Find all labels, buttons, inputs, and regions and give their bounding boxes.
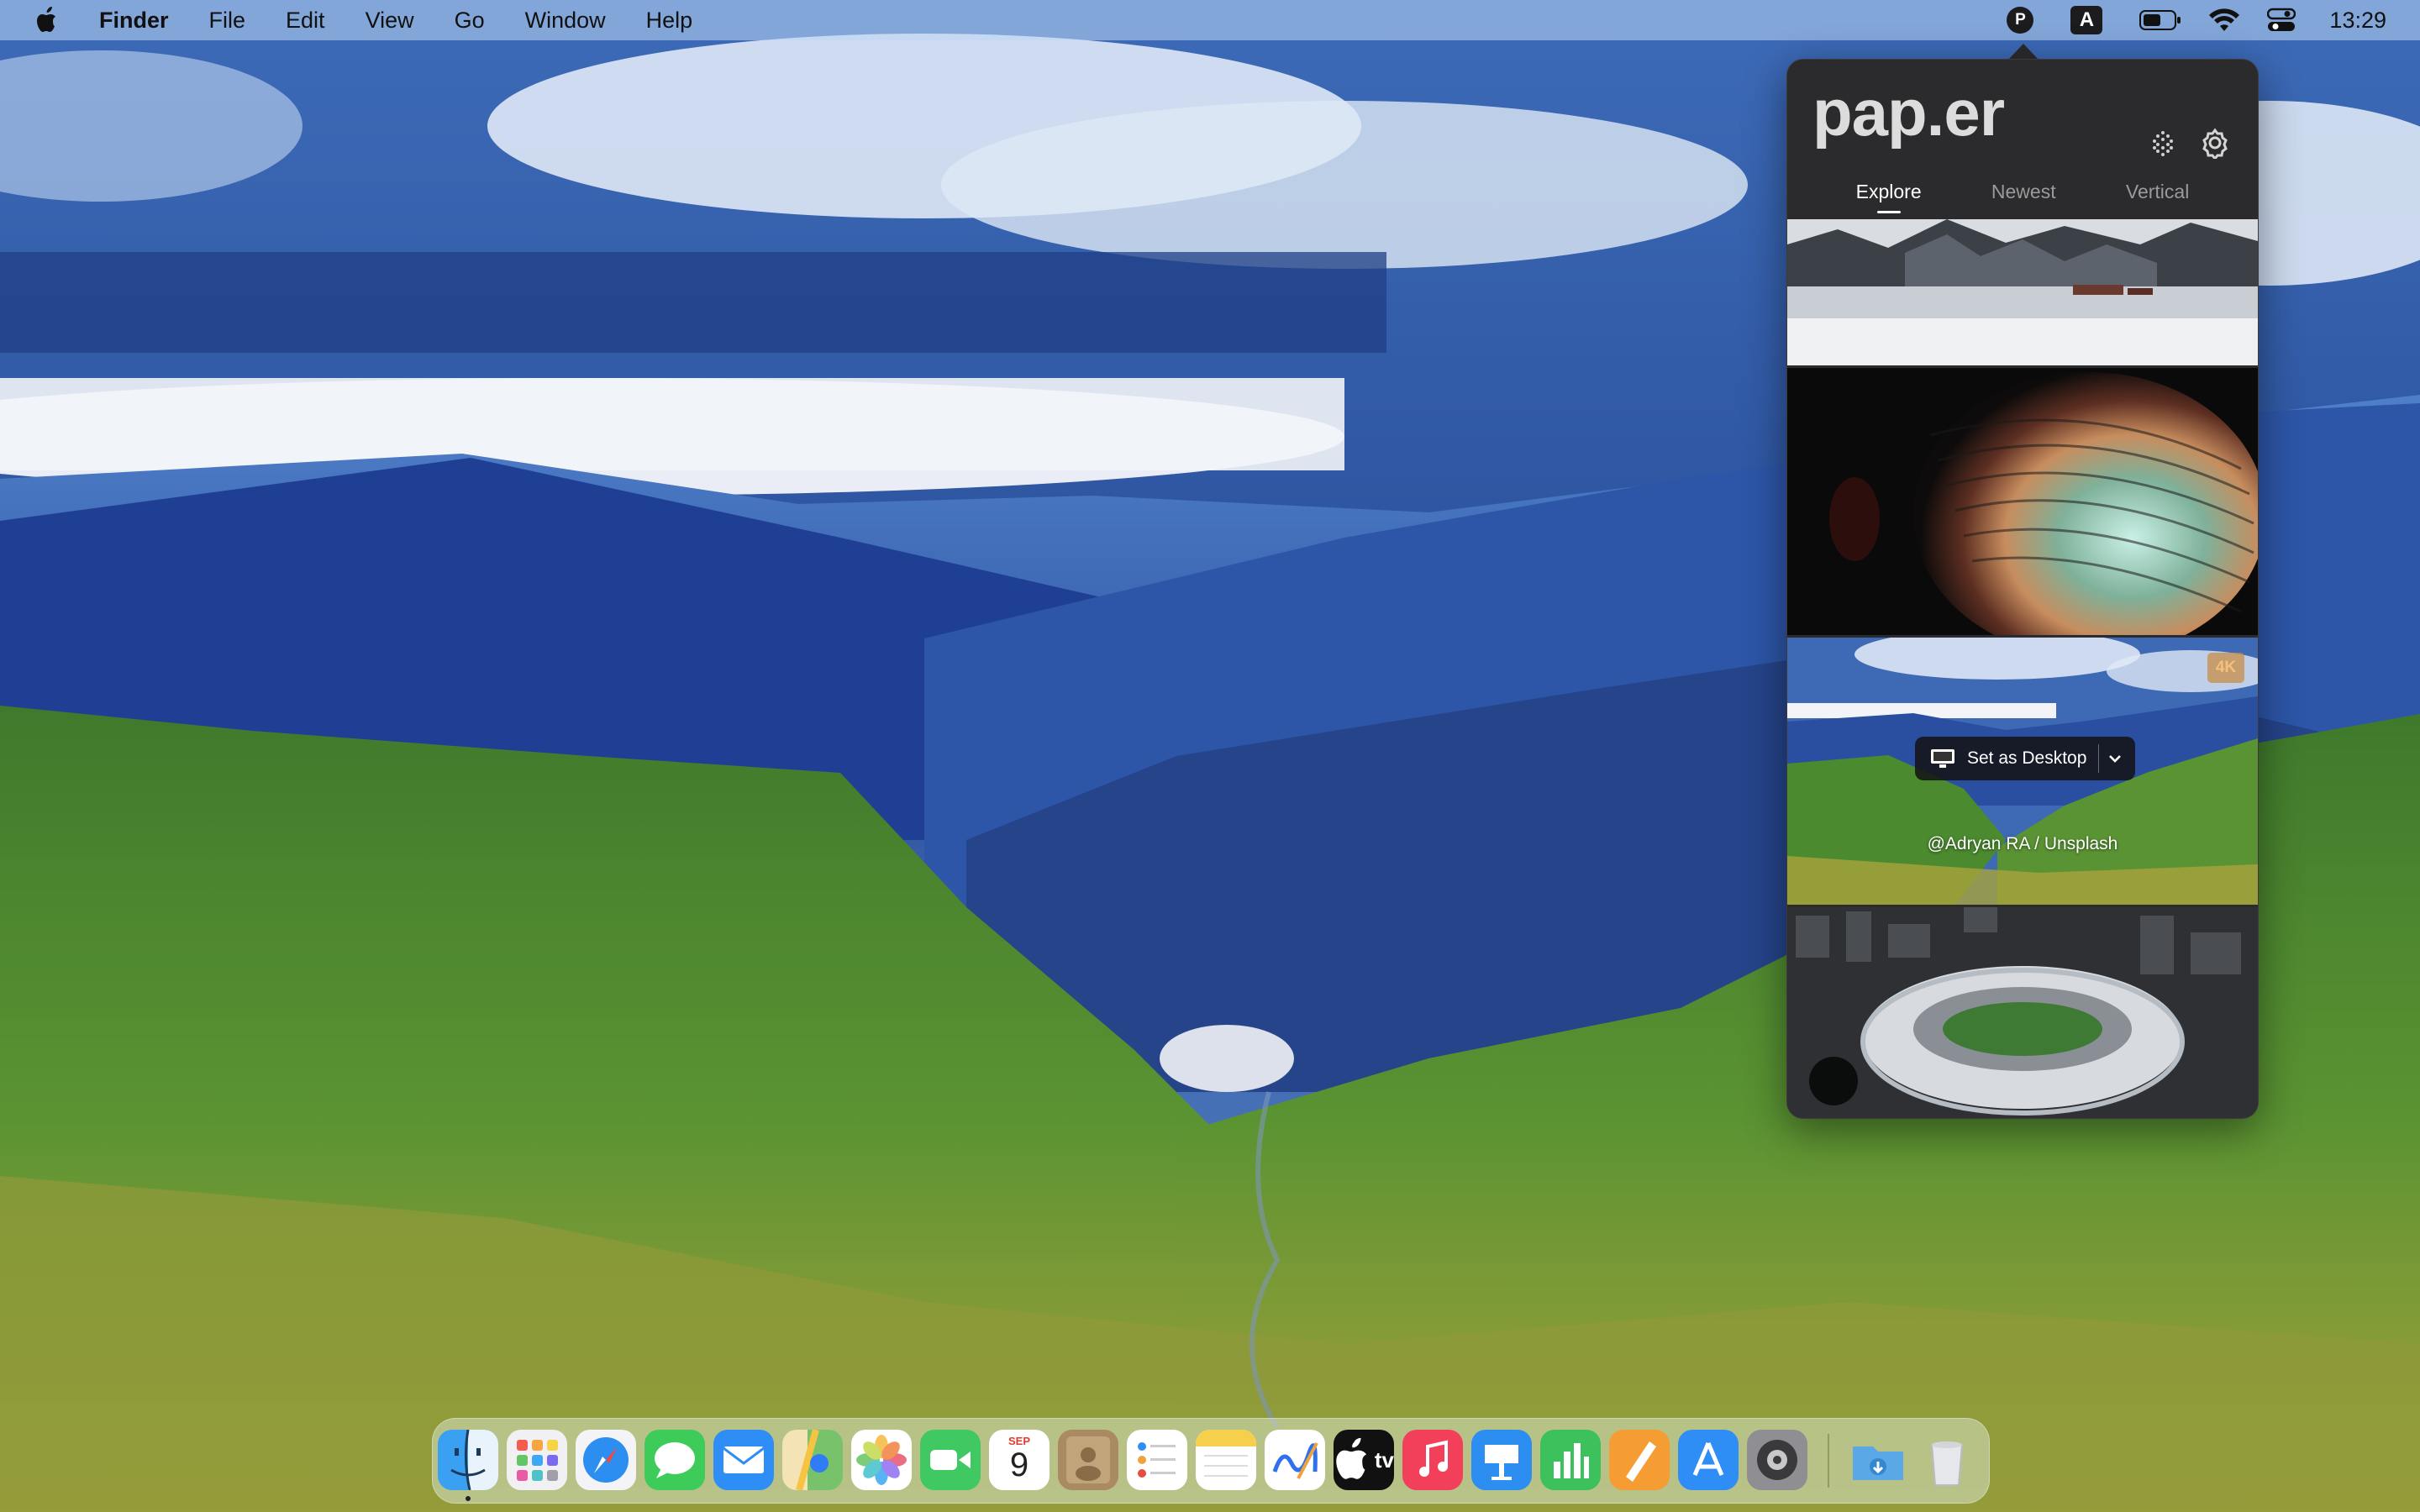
dock-separator [1828, 1434, 1829, 1488]
dock-facetime-icon[interactable] [920, 1430, 981, 1490]
dock-freeform-icon[interactable] [1265, 1430, 1325, 1490]
dock-reminders-icon[interactable] [1127, 1430, 1187, 1490]
menu-view[interactable]: View [366, 8, 414, 34]
wallpaper-list: 4K Set as Desktop @Adryan RA / Unsplash [1787, 219, 2258, 1118]
menu-go[interactable]: Go [455, 8, 485, 34]
menu-file[interactable]: File [209, 8, 246, 34]
keyboard-input-icon[interactable]: A [2070, 6, 2103, 34]
menu-clock[interactable]: 13:29 [2329, 8, 2386, 34]
dock-music-icon[interactable] [1402, 1430, 1463, 1490]
grid-dots-icon[interactable] [2147, 127, 2179, 159]
dock-safari-icon[interactable] [576, 1430, 636, 1490]
dock-calendar-icon[interactable]: SEP 9 [989, 1430, 1050, 1490]
loading-indicator [1809, 1057, 1858, 1105]
dock: SEP 9 tv [432, 1418, 1990, 1504]
dock-numbers-icon[interactable] [1540, 1430, 1601, 1490]
calendar-day: 9 [1009, 1446, 1029, 1483]
popover-arrow [2008, 44, 2039, 60]
set-as-desktop-button[interactable]: Set as Desktop [1915, 737, 2135, 780]
dock-tv-icon[interactable]: tv [1334, 1430, 1394, 1490]
tab-explore[interactable]: Explore [1856, 181, 1922, 213]
wallpaper-thumbnail[interactable] [1787, 907, 2258, 1118]
dock-pages-icon[interactable] [1609, 1430, 1670, 1490]
menu-help[interactable]: Help [646, 8, 693, 34]
status-area: P A 13:29 [1981, 0, 2420, 40]
apple-logo-icon [1336, 1437, 1367, 1479]
button-divider [2098, 744, 2100, 773]
menu-app-name[interactable]: Finder [99, 8, 169, 34]
monitor-icon [1931, 749, 1954, 768]
paper-app-icon[interactable]: P [2007, 7, 2034, 34]
wifi-icon[interactable] [2208, 8, 2240, 33]
tv-label: tv [1374, 1446, 1394, 1473]
paper-popover: pap.er Explore Newest Vertical 4K Set as… [1786, 59, 2259, 1119]
badge-4k: 4K [2207, 653, 2244, 683]
tab-vertical[interactable]: Vertical [2126, 181, 2189, 213]
dock-notes-icon[interactable] [1196, 1430, 1256, 1490]
menu-edit[interactable]: Edit [286, 8, 325, 34]
wallpaper-thumbnail-hovered[interactable]: 4K Set as Desktop @Adryan RA / Unsplash [1787, 638, 2258, 907]
dock-photos-icon[interactable] [851, 1430, 912, 1490]
calendar-month: SEP [1007, 1435, 1030, 1447]
photo-credit[interactable]: @Adryan RA / Unsplash [1787, 834, 2258, 854]
menu-bar: Finder File Edit View Go Window Help P A [0, 0, 2420, 40]
menu-window[interactable]: Window [525, 8, 606, 34]
dock-trash-icon[interactable] [1917, 1430, 1977, 1490]
dock-system-settings-icon[interactable] [1747, 1430, 1807, 1490]
paper-app-letter: P [2007, 7, 2034, 34]
dock-contacts-icon[interactable] [1058, 1430, 1118, 1490]
wallpaper-thumbnail[interactable] [1787, 219, 2258, 368]
battery-icon[interactable] [2139, 10, 2181, 30]
dock-maps-icon[interactable] [782, 1430, 843, 1490]
control-center-icon[interactable] [2267, 8, 2296, 33]
set-as-desktop-label: Set as Desktop [1967, 748, 2087, 768]
dock-app-store-icon[interactable] [1678, 1430, 1739, 1490]
paper-tabs: Explore Newest Vertical [1787, 181, 2258, 213]
dock-finder-icon[interactable] [438, 1430, 498, 1490]
dock-keynote-icon[interactable] [1471, 1430, 1532, 1490]
apple-menu-icon[interactable] [35, 6, 60, 34]
chevron-down-icon[interactable] [2106, 749, 2124, 768]
gear-icon[interactable] [2199, 127, 2231, 159]
wallpaper-thumbnail[interactable] [1787, 368, 2258, 638]
paper-logo: pap.er [1812, 76, 2005, 150]
dock-messages-icon[interactable] [644, 1430, 705, 1490]
input-source-letter: A [2070, 6, 2103, 34]
dock-mail-icon[interactable] [713, 1430, 774, 1490]
dock-launchpad-icon[interactable] [507, 1430, 567, 1490]
tab-newest[interactable]: Newest [1991, 181, 2056, 213]
finder-running-indicator [466, 1496, 471, 1501]
dock-downloads-icon[interactable] [1848, 1430, 1908, 1490]
popover-header: pap.er Explore Newest Vertical [1787, 60, 2258, 219]
